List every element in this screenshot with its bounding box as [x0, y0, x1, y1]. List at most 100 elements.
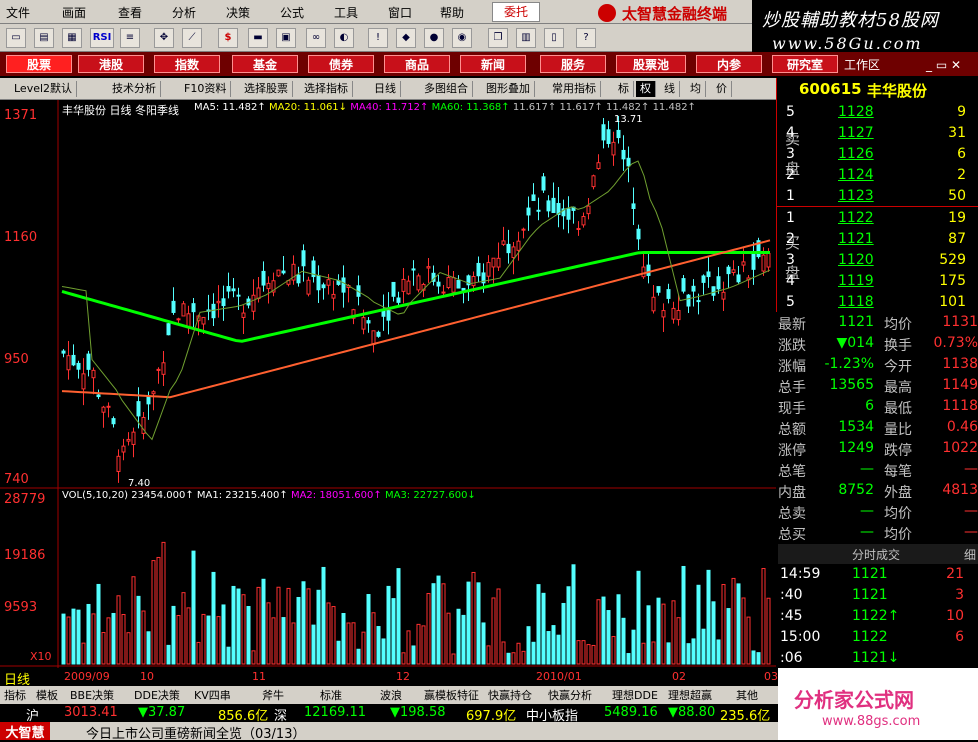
tab-5[interactable]: 斧牛 [262, 687, 284, 703]
sub-mark[interactable]: 标 [614, 81, 634, 97]
dollar-icon[interactable]: $ [218, 28, 238, 48]
workarea-label[interactable]: 工作区 [844, 56, 880, 73]
nav-research[interactable]: 研究室 [772, 55, 838, 73]
sub-multi[interactable]: 多图组合 [420, 81, 473, 97]
globe-icon[interactable]: ◉ [452, 28, 472, 48]
candle-body [221, 298, 226, 307]
kline-chart[interactable]: 丰华股份 日线 冬阳季线 MA5: 11.482↑ MA20: 11.061↓ … [0, 100, 776, 668]
volume-bar [591, 644, 596, 665]
tab-0[interactable]: 指标 [4, 687, 26, 703]
volume-bar [581, 640, 586, 665]
news-bar[interactable]: 大智慧 今日上市公司重磅新闻全览（03/13） [0, 722, 778, 742]
nav-index[interactable]: 指数 [154, 55, 220, 73]
nav-insider[interactable]: 内参 [696, 55, 762, 73]
tab-12[interactable]: 理想超赢 [668, 687, 712, 703]
sell-row[interactable]: 5 1128 9 [778, 104, 978, 125]
alert-icon[interactable]: ! [368, 28, 388, 48]
zoom-icon[interactable]: ◐ [334, 28, 354, 48]
tab-10[interactable]: 快赢分析 [548, 687, 592, 703]
sub-common[interactable]: 常用指标 [548, 81, 601, 97]
menu-view[interactable]: 查看 [118, 4, 142, 21]
calc-icon[interactable]: ▥ [516, 28, 536, 48]
nav-news[interactable]: 新闻 [460, 55, 526, 73]
menu-window[interactable]: 窗口 [388, 4, 412, 21]
grid-icon[interactable]: ▦ [62, 28, 82, 48]
nav-stocks[interactable]: 股票 [6, 55, 72, 73]
candle-body [516, 240, 521, 251]
delegate-button[interactable]: 委托 [492, 2, 540, 22]
menu-file[interactable]: 文件 [6, 4, 30, 21]
tab-8[interactable]: 赢模板特征 [424, 687, 479, 703]
sub-price[interactable]: 价 [712, 81, 732, 97]
tab-1[interactable]: 模板 [36, 687, 58, 703]
candle-body [496, 257, 501, 268]
volume-bar [491, 597, 496, 665]
candle-body [616, 129, 621, 139]
buy-row[interactable]: 2 1121 87 [778, 231, 978, 252]
menu-analysis[interactable]: 分析 [172, 4, 196, 21]
buy-row[interactable]: 3 1120 529 [778, 252, 978, 273]
sub-rights[interactable]: 权 [636, 81, 656, 97]
tab-11[interactable]: 理想DDE [612, 687, 658, 703]
tab-3[interactable]: DDE决策 [134, 687, 180, 703]
buy-row[interactable]: 1 1122 19 [778, 210, 978, 231]
sub-daily[interactable]: 日线 [370, 81, 401, 97]
window-controls[interactable]: _ ▭ ✕ [926, 58, 974, 74]
menu-screen[interactable]: 画面 [62, 4, 86, 21]
volume-bar [61, 613, 66, 665]
volume-bar [111, 612, 116, 665]
sub-select-ind[interactable]: 选择指标 [300, 81, 353, 97]
nav-hk[interactable]: 港股 [78, 55, 144, 73]
volume-bar [206, 615, 211, 665]
buy-row[interactable]: 5 1118 101 [778, 294, 978, 315]
menu-tools[interactable]: 工具 [334, 4, 358, 21]
volume-bar [631, 629, 636, 665]
sub-select-stock[interactable]: 选择股票 [240, 81, 293, 97]
move-icon[interactable]: ✥ [154, 28, 174, 48]
sub-f10[interactable]: F10资料 [180, 81, 232, 97]
news-headline[interactable]: 今日上市公司重磅新闻全览（03/13） [86, 723, 305, 742]
copy-icon[interactable]: ❐ [488, 28, 508, 48]
menu-help[interactable]: 帮助 [440, 4, 464, 21]
menu-formula[interactable]: 公式 [280, 4, 304, 21]
sub-tech[interactable]: 技术分析 [108, 81, 161, 97]
tab-13[interactable]: 其他 [736, 687, 758, 703]
tool-icon[interactable]: ▣ [276, 28, 296, 48]
candle-body [156, 368, 161, 371]
help-icon[interactable]: ? [576, 28, 596, 48]
sell-row[interactable]: 2 1124 2 [778, 167, 978, 188]
binoculars-icon[interactable]: ∞ [306, 28, 326, 48]
tab-9[interactable]: 快赢持仓 [488, 687, 532, 703]
sell-row[interactable]: 3 1126 6 [778, 146, 978, 167]
menu-decision[interactable]: 决策 [226, 4, 250, 21]
buy-row[interactable]: 4 1119 175 [778, 273, 978, 294]
nav-pool[interactable]: 股票池 [616, 55, 686, 73]
chart-icon[interactable]: ▤ [34, 28, 54, 48]
tab-6[interactable]: 标准 [320, 687, 342, 703]
vol-ma3: MA3: 22727.600↓ [384, 490, 476, 501]
rsi-icon[interactable]: RSI [90, 28, 114, 48]
nav-service[interactable]: 服务 [540, 55, 606, 73]
tab-4[interactable]: KV四串 [194, 687, 231, 703]
pill-icon[interactable]: ● [424, 28, 444, 48]
flag-icon[interactable]: ▬ [248, 28, 268, 48]
sub-line[interactable]: 线 [660, 81, 680, 97]
volume-bar [251, 650, 256, 665]
sell-row[interactable]: 1 1123 50 [778, 188, 978, 209]
tab-2[interactable]: BBE决策 [70, 687, 114, 703]
ruler-icon[interactable]: ⟋ [182, 28, 202, 48]
book-icon[interactable]: ▯ [544, 28, 564, 48]
nav-fund[interactable]: 基金 [232, 55, 298, 73]
nav-commodity[interactable]: 商品 [384, 55, 450, 73]
candle-body [181, 303, 186, 317]
table-icon[interactable]: ≡ [120, 28, 140, 48]
sub-overlay[interactable]: 图形叠加 [482, 81, 535, 97]
candle-body [396, 297, 401, 303]
sell-row[interactable]: 4 1127 31 [778, 125, 978, 146]
nav-bond[interactable]: 债券 [308, 55, 374, 73]
open-icon[interactable]: ▭ [6, 28, 26, 48]
sub-level2[interactable]: Level2默认 [10, 81, 78, 97]
sub-avg[interactable]: 均 [686, 81, 706, 97]
tab-7[interactable]: 波浪 [380, 687, 402, 703]
diamond-icon[interactable]: ◆ [396, 28, 416, 48]
